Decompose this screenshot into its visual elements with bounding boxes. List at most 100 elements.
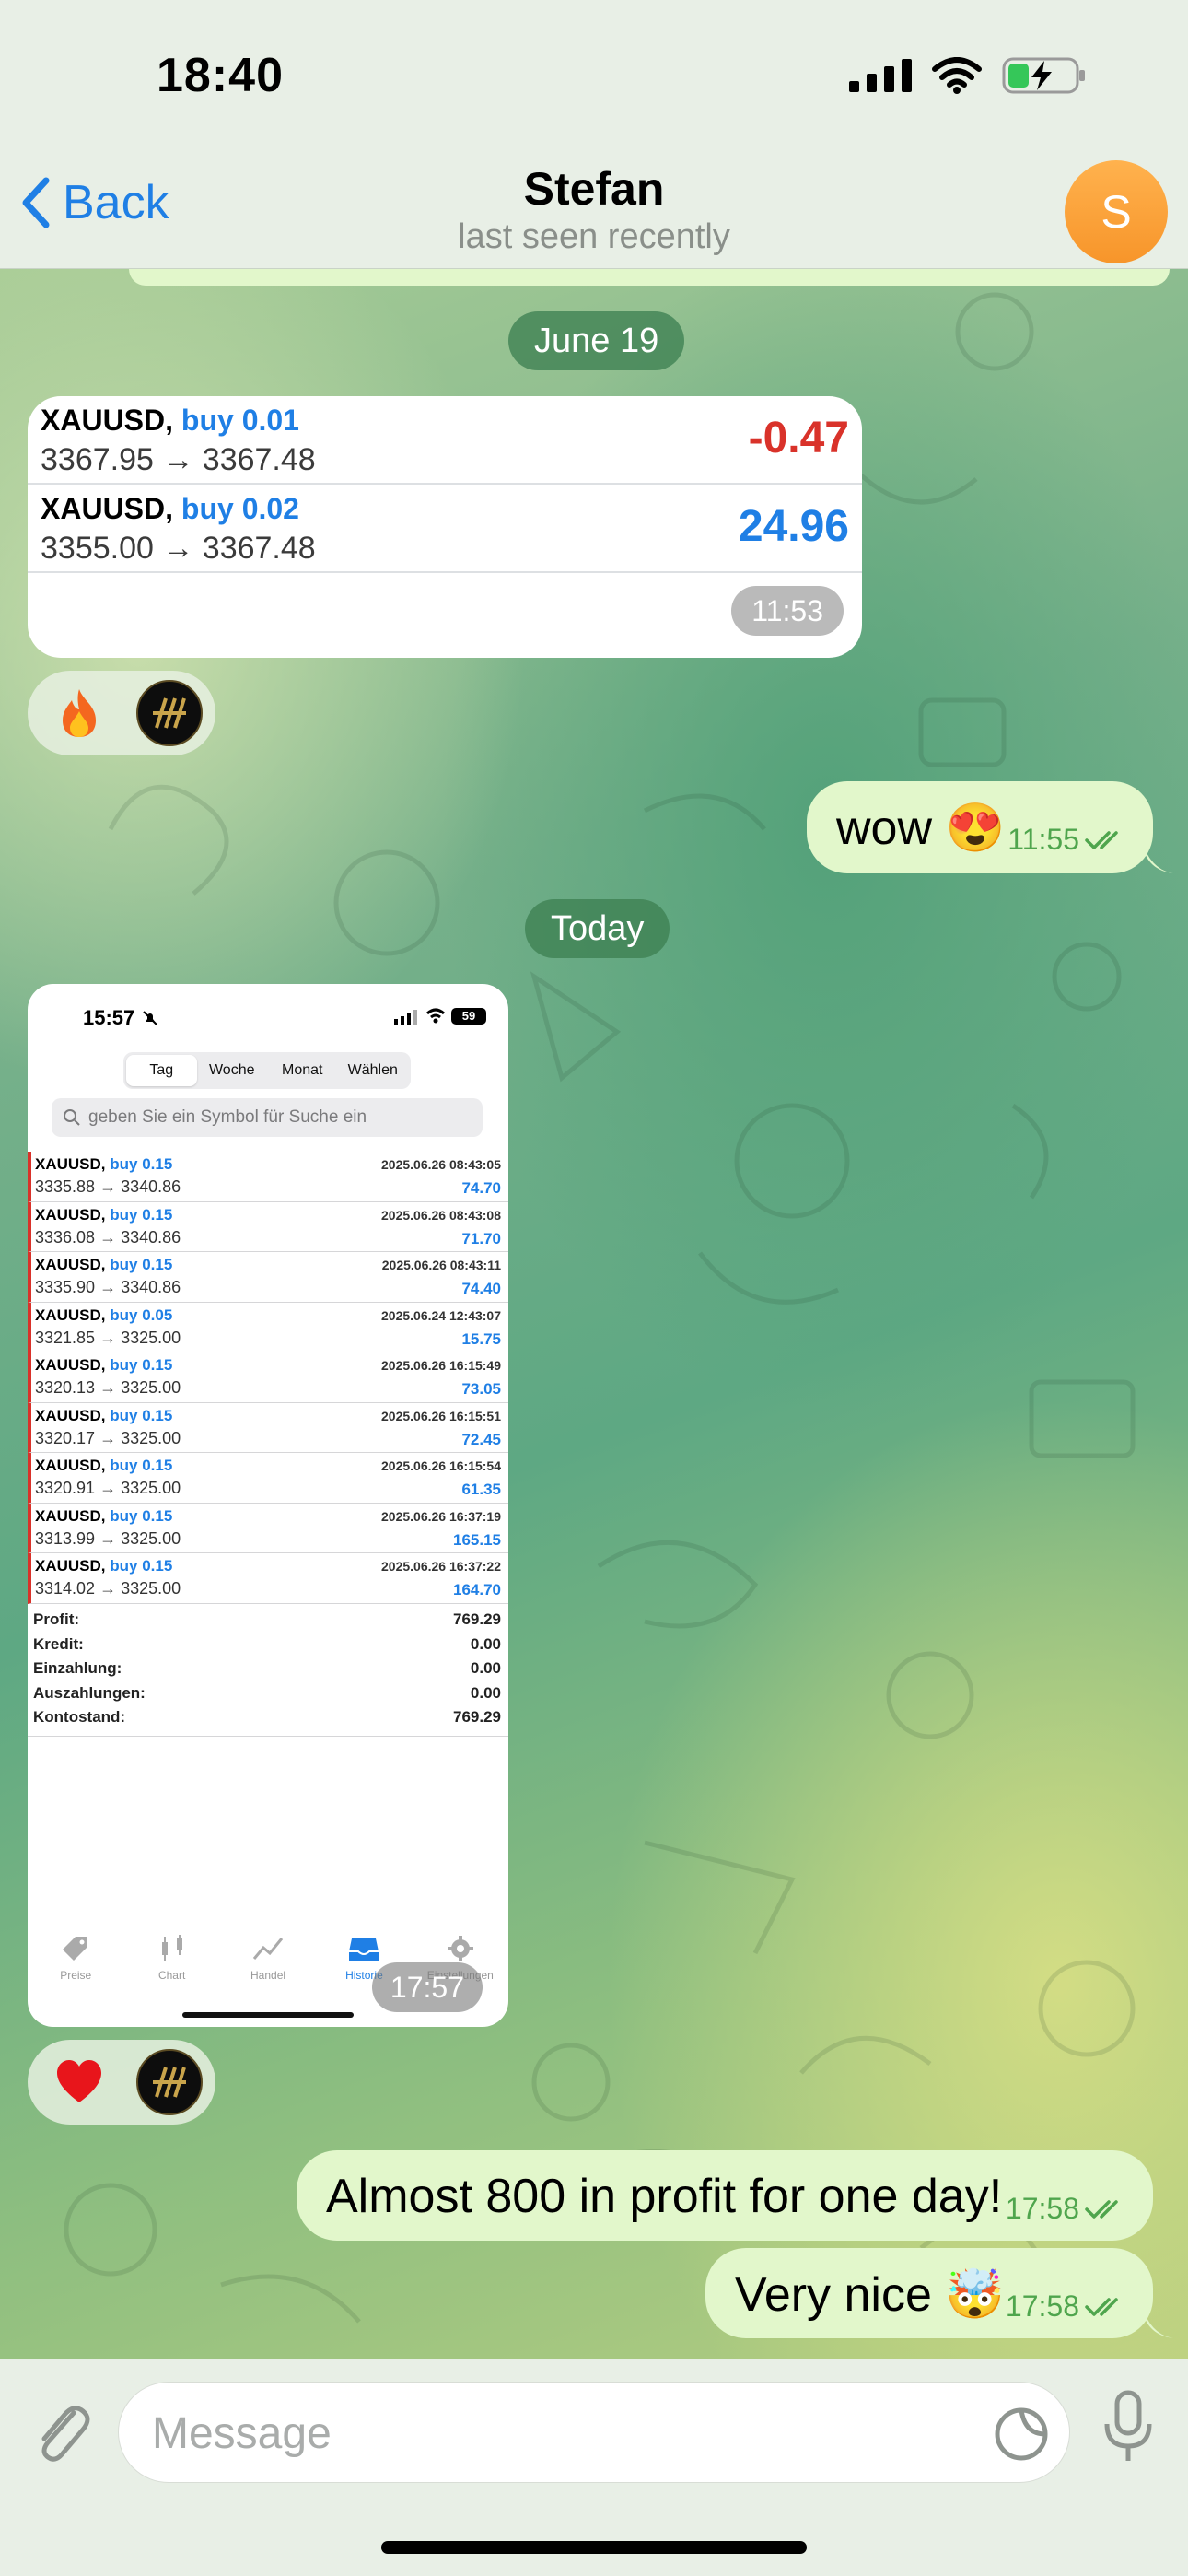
history-date: 2025.06.24 12:43:07 [381, 1307, 501, 1323]
history-value: 74.40 [461, 1280, 501, 1297]
summary-row: Profit: 769.29 [33, 1610, 501, 1635]
history-row: XAUUSD, buy 0.15 3320.13 → 3325.00 2025.06… [28, 1352, 508, 1403]
image-wifi-icon [426, 1008, 445, 1024]
account-summary: Profit: 769.29 Kredit: 0.00 Einzahlung: 0.0… [33, 1610, 501, 1733]
outgoing-message[interactable]: wow 😍 11:55 [807, 781, 1153, 873]
mute-bell-icon [143, 1011, 157, 1025]
history-prices: 3335.88 → 3340.86 [35, 1177, 181, 1196]
trade-pl: -0.47 [748, 414, 849, 463]
segment-tag: Tag [126, 1055, 197, 1086]
price-tag-icon [63, 1937, 87, 1961]
history-date: 2025.06.26 08:43:05 [381, 1157, 501, 1172]
status-icons [849, 55, 1087, 96]
heart-emoji-icon [57, 2060, 101, 2102]
trade-action: buy 0.01 [181, 404, 299, 437]
trade-row: XAUUSD, buy 0.01 3367.95 → 3367.48 -0.47 [28, 396, 862, 485]
history-action: buy 0.15 [110, 1557, 173, 1575]
history-value: 74.70 [461, 1179, 501, 1197]
image-signal-icon [394, 1010, 417, 1025]
tab-handel: Handel [220, 1931, 316, 1996]
microphone-icon[interactable] [1100, 2389, 1157, 2466]
history-row: XAUUSD, buy 0.15 3320.17 → 3325.00 2025.06… [28, 1402, 508, 1453]
history-value: 73.05 [461, 1380, 501, 1398]
summary-label: Einzahlung: [33, 1659, 122, 1677]
summary-label: Kontostand: [33, 1708, 126, 1726]
outgoing-message[interactable]: Very nice 🤯 17:58 [705, 2248, 1153, 2338]
message-time: 17:57 [371, 1962, 483, 2012]
history-value: 61.35 [461, 1481, 501, 1498]
message-placeholder: Message [152, 2409, 332, 2458]
trade-pl: 24.96 [738, 502, 849, 551]
history-symbol: XAUUSD, [35, 1356, 106, 1374]
message-time: 17:58 [1005, 2289, 1079, 2323]
history-date: 2025.06.26 16:15:51 [381, 1408, 501, 1423]
previous-message-bubble[interactable] [129, 269, 1170, 286]
tab-label: Preise [60, 1969, 92, 1982]
gear-icon [447, 1936, 473, 1961]
message-input[interactable]: Message [118, 2382, 1070, 2483]
sticker-icon[interactable] [994, 2406, 1049, 2462]
history-value: 72.45 [461, 1430, 501, 1448]
reactor-avatar [136, 680, 203, 746]
history-symbol: XAUUSD, [35, 1557, 106, 1575]
message-text: Almost 800 in profit for one day! [326, 2170, 1003, 2223]
history-row: XAUUSD, buy 0.15 3335.88 → 3340.86 2025.06… [28, 1152, 508, 1202]
trade-prices: 3367.95 → 3367.48 [41, 442, 316, 477]
home-indicator [381, 2541, 807, 2554]
history-action: buy 0.15 [110, 1205, 173, 1224]
battery-charging-icon [1002, 57, 1085, 94]
message-meta: 17:58 [1006, 2289, 1125, 2324]
attach-icon[interactable] [28, 2395, 92, 2468]
reaction-bar[interactable] [28, 2040, 215, 2125]
history-action: buy 0.15 [110, 1406, 173, 1424]
history-symbol: XAUUSD, [35, 1306, 106, 1324]
history-symbol: XAUUSD, [35, 1256, 106, 1273]
summary-value: 769.29 [453, 1708, 501, 1726]
trade-action: buy 0.02 [181, 492, 299, 525]
history-prices: 3336.08 → 3340.86 [35, 1227, 181, 1247]
outgoing-message[interactable]: Almost 800 in profit for one day! 17:58 [297, 2150, 1153, 2241]
history-value: 164.70 [453, 1581, 501, 1598]
tab-label: Handel [250, 1969, 286, 1982]
history-date: 2025.06.26 16:15:54 [381, 1458, 501, 1473]
avatar[interactable]: S [1065, 160, 1168, 263]
history-list: XAUUSD, buy 0.15 3335.88 → 3340.86 2025.06… [28, 1152, 508, 1604]
tab-label: Chart [157, 1969, 186, 1982]
summary-row: Kontostand: 769.29 [33, 1708, 501, 1733]
candlestick-icon [161, 1935, 182, 1961]
message-text: Very nice 🤯 [735, 2268, 1006, 2322]
trade-card-message[interactable]: XAUUSD, buy 0.01 3367.95 → 3367.48 -0.47… [28, 396, 862, 658]
reaction-bar[interactable] [28, 671, 215, 755]
inbox-icon [349, 1938, 379, 1961]
trend-icon [252, 1938, 284, 1960]
message-time: 17:58 [1005, 2192, 1079, 2225]
summary-label: Auszahlungen: [33, 1683, 146, 1702]
tab-chart: Chart [123, 1931, 219, 1996]
summary-value: 0.00 [470, 1634, 501, 1653]
history-row: XAUUSD, buy 0.05 3321.85 → 3325.00 2025.06… [28, 1302, 508, 1352]
signal-icon [849, 59, 912, 92]
history-action: buy 0.05 [110, 1306, 173, 1324]
bubble-tail [1142, 2307, 1173, 2338]
wifi-icon [932, 57, 982, 94]
date-separator: June 19 [508, 311, 685, 370]
message-meta: 11:55 [1007, 823, 1125, 857]
history-date: 2025.06.26 08:43:08 [381, 1207, 501, 1223]
segment-woche: Woche [208, 1062, 255, 1078]
message-time: 11:53 [731, 586, 844, 636]
image-message[interactable]: 15:57 59 Tag Woche Monat Wählen geben Si… [28, 984, 508, 2027]
message-meta: 17:58 [1006, 2192, 1125, 2226]
read-check-icon [1085, 2297, 1118, 2316]
history-row: XAUUSD, buy 0.15 3314.02 → 3325.00 2025.06… [28, 1553, 508, 1604]
status-time: 18:40 [157, 49, 284, 102]
image-search-field: geben Sie ein Symbol für Suche ein [52, 1098, 483, 1137]
history-date: 2025.06.26 16:37:22 [381, 1559, 501, 1574]
chat-title[interactable]: Stefan [0, 162, 1188, 216]
summary-row: Kredit: 0.00 [33, 1635, 501, 1660]
tab-preise: Preise [28, 1931, 123, 1996]
read-check-icon [1085, 830, 1118, 849]
image-status-time: 15:57 [83, 1006, 135, 1029]
history-symbol: XAUUSD, [35, 1506, 106, 1525]
divider [28, 1736, 508, 1737]
history-row: XAUUSD, buy 0.15 3336.08 → 3340.86 2025.06… [28, 1201, 508, 1252]
